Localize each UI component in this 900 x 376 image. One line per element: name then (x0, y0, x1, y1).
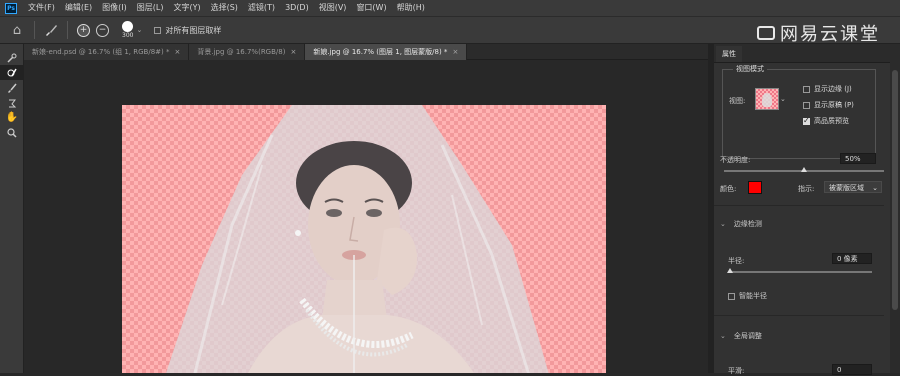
watermark-text: 网易云课堂 (780, 24, 880, 45)
smooth-label: 平滑: (728, 367, 745, 375)
radius-slider-thumb[interactable] (727, 268, 733, 273)
chevron-down-icon[interactable]: ⌄ (780, 95, 786, 103)
sample-all-layers-checkbox[interactable] (154, 26, 162, 34)
properties-panel: 属性 视图模式 视图: ⌄ 显示边缘 (J) 显示原稿 (P) 高品质预览 不透… (714, 44, 900, 375)
view-mode-thumbnail[interactable] (755, 88, 779, 110)
opacity-field[interactable]: 50% (840, 153, 876, 164)
watermark: 网易云课堂 (757, 20, 880, 46)
tab-background[interactable]: 背景.jpg @ 16.7%(RGB/8) × (189, 44, 306, 60)
menu-view[interactable]: 视图(V) (314, 0, 352, 16)
smooth-field[interactable]: 0 (832, 364, 872, 375)
tab-bride-end[interactable]: 新娘-end.psd @ 16.7% (组 1, RGB/8#) * × (24, 44, 190, 60)
brush-size-value: 300 (122, 32, 134, 39)
sample-all-layers[interactable]: 对所有图层取样 (154, 25, 221, 36)
close-icon[interactable]: × (174, 48, 180, 56)
properties-body: 视图模式 视图: ⌄ 显示边缘 (J) 显示原稿 (P) 高品质预览 不透明度:… (714, 63, 900, 375)
refine-edge-brush-icon[interactable] (0, 65, 24, 80)
menu-image[interactable]: 图像(I) (97, 0, 132, 16)
show-edge-option[interactable]: 显示边缘 (J) (803, 84, 852, 94)
brush-tip-icon (122, 21, 134, 32)
menu-3d[interactable]: 3D(D) (280, 0, 314, 16)
high-quality-checkbox[interactable] (803, 116, 810, 125)
divider (34, 21, 35, 39)
edge-detection-title: 边缘检测 (733, 220, 762, 228)
tab-label: 新娘-end.psd @ 16.7% (组 1, RGB/8#) * (32, 48, 170, 56)
photoshop-logo-icon: Ps (5, 2, 17, 14)
smart-radius-option[interactable]: 智能半径 (728, 291, 767, 301)
tools-panel: ✋ (0, 44, 24, 373)
view-label: 视图: (729, 97, 746, 105)
radius-label: 半径: (728, 257, 745, 265)
global-refine-title: 全局调整 (733, 332, 762, 340)
scrollbar-thumb[interactable] (892, 70, 898, 310)
edge-detection-header[interactable]: ⌄ 边缘检测 (720, 219, 762, 229)
tab-label: 新娘.jpg @ 16.7% (图层 1, 图层蒙版/8) * (313, 48, 448, 56)
chevron-down-icon[interactable]: ⌄ (136, 26, 142, 34)
panel-tab-bar: 属性 (714, 44, 900, 63)
menu-bar: Ps 文件(F) 编辑(E) 图像(I) 图层(L) 文字(Y) 选择(S) 滤… (0, 0, 900, 16)
menu-edit[interactable]: 编辑(E) (60, 0, 97, 16)
indicate-label: 指示: (798, 185, 815, 193)
menu-file[interactable]: 文件(F) (23, 0, 60, 16)
tab-properties[interactable]: 属性 (716, 46, 742, 62)
radius-slider-track[interactable] (730, 271, 872, 273)
close-icon[interactable]: × (452, 48, 458, 56)
indicate-value: 被蒙版区域 (829, 184, 864, 192)
expand-edge-icon[interactable]: + (77, 23, 90, 37)
document-tabs: 新娘-end.psd @ 16.7% (组 1, RGB/8#) * × 背景.j… (24, 44, 708, 60)
tab-bride[interactable]: 新娘.jpg @ 16.7% (图层 1, 图层蒙版/8) * × (305, 44, 468, 60)
global-refine-header[interactable]: ⌄ 全局调整 (720, 331, 762, 341)
show-original-option[interactable]: 显示原稿 (P) (803, 100, 854, 110)
opacity-label: 不透明度: (720, 156, 751, 164)
panel-scrollbar[interactable] (890, 62, 900, 373)
smart-radius-label: 智能半径 (739, 292, 767, 300)
chevron-down-icon: ⌄ (872, 184, 878, 192)
opacity-slider-thumb[interactable] (801, 167, 807, 172)
divider (67, 21, 68, 39)
menu-filter[interactable]: 滤镜(T) (243, 0, 280, 16)
indicate-select[interactable]: 被蒙版区域 ⌄ (824, 181, 882, 193)
smart-radius-checkbox[interactable] (728, 292, 735, 300)
document-canvas[interactable] (122, 105, 606, 373)
radius-field[interactable]: 0 像素 (832, 253, 872, 264)
high-quality-label: 高品质预览 (814, 117, 849, 125)
show-edge-checkbox[interactable] (803, 85, 810, 93)
color-label: 颜色: (720, 185, 737, 193)
lasso-icon[interactable] (0, 95, 24, 110)
high-quality-option[interactable]: 高品质预览 (803, 116, 849, 126)
brush-icon[interactable] (0, 80, 24, 95)
sample-all-layers-label: 对所有图层取样 (165, 25, 222, 35)
menu-window[interactable]: 窗口(W) (351, 0, 391, 16)
view-mode-group: 视图模式 视图: ⌄ 显示边缘 (J) 显示原稿 (P) 高品质预览 (722, 64, 876, 159)
chevron-down-icon: ⌄ (720, 220, 726, 228)
quick-selection-icon[interactable] (0, 50, 24, 65)
show-original-checkbox[interactable] (803, 101, 810, 109)
erase-edge-icon[interactable]: − (96, 23, 109, 37)
zoom-icon[interactable] (0, 125, 24, 140)
divider (714, 205, 884, 206)
overlay-color-swatch[interactable] (748, 181, 762, 194)
brush-preset-icon[interactable] (41, 20, 61, 40)
brush-size-picker[interactable]: 300 (122, 21, 133, 39)
show-edge-label: 显示边缘 (J) (814, 85, 852, 93)
home-icon[interactable]: ⌂ (6, 19, 28, 41)
bride-photo (166, 105, 549, 373)
view-mode-title: 视图模式 (733, 64, 767, 74)
divider (714, 315, 884, 316)
chevron-down-icon: ⌄ (720, 332, 726, 340)
menu-help[interactable]: 帮助(H) (392, 0, 430, 16)
menu-layer[interactable]: 图层(L) (132, 0, 169, 16)
menu-type[interactable]: 文字(Y) (168, 0, 205, 16)
show-original-label: 显示原稿 (P) (814, 101, 854, 109)
tab-label: 背景.jpg @ 16.7%(RGB/8) (197, 48, 286, 56)
menu-select[interactable]: 选择(S) (206, 0, 243, 16)
hand-icon[interactable]: ✋ (0, 110, 24, 125)
netease-logo-icon (757, 26, 775, 40)
canvas-area[interactable] (24, 60, 708, 373)
close-icon[interactable]: × (290, 48, 296, 56)
